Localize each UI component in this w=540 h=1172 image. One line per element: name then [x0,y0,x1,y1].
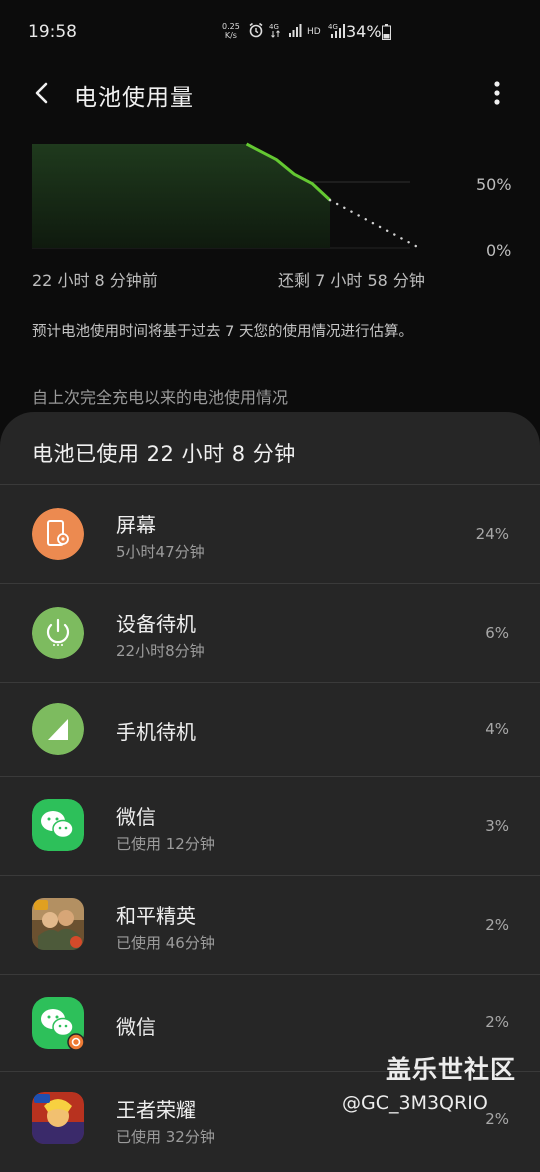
app-usage-time: 22小时8分钟 [116,642,205,660]
y-tick-label: 50% [476,175,512,194]
usage-row-honor-of-kings[interactable]: 王者荣耀 已使用 32分钟 2% [0,1071,540,1172]
usage-row-wechat[interactable]: 微信 已使用 12分钟 3% [0,776,540,875]
app-usage-time: 已使用 46分钟 [116,934,215,952]
usage-summary-title: 电池已使用 22 小时 8 分钟 [32,442,296,466]
chart-end-label: 还剩 7 小时 58 分钟 [278,271,425,290]
status-icons: 4G HD 4G [248,22,348,38]
battery-usage-chart: 50% 0% 22 小时 8 分钟前 还剩 7 小时 58 分钟 [0,130,540,290]
app-name: 和平精英 [116,904,196,928]
svg-text:4G: 4G [328,23,338,31]
power-icon [32,607,84,659]
usage-row-phone-standby[interactable]: 手机待机 4% [0,682,540,776]
app-name: 王者荣耀 [116,1098,196,1122]
signal-icon [289,24,302,37]
wechat-clone-icon [32,997,85,1051]
app-name: 微信 [116,1015,156,1039]
app-name: 手机待机 [116,720,196,744]
screen-icon [32,508,84,560]
alarm-icon [249,22,263,38]
app-usage-percent: 24% [475,525,509,543]
app-name: 屏幕 [116,513,156,537]
section-title: 自上次完全充电以来的电池使用情况 [32,388,289,407]
game-honor-of-kings-icon [32,1092,84,1144]
network-speed-value: 0.25 [222,22,240,31]
app-usage-percent: 6% [485,624,509,642]
app-usage-time: 已使用 12分钟 [116,835,215,853]
y-tick-label: 0% [486,241,512,260]
chart-start-label: 22 小时 8 分钟前 [32,271,158,290]
app-usage-percent: 2% [485,916,509,934]
battery-percent: 34% [346,22,382,41]
page-title: 电池使用量 [74,85,194,111]
app-usage-time: 已使用 32分钟 [116,1128,215,1146]
app-header: 电池使用量 [0,66,540,122]
usage-row-screen[interactable]: 屏幕 5小时47分钟 24% [0,484,540,583]
battery-chart-plot [32,142,421,250]
status-bar: 19:58 0.25 K/s 4G HD 4G 34% [0,0,540,64]
wechat-icon [32,799,84,851]
app-usage-percent: 2% [485,1110,509,1128]
watermark-brand: 盖乐世社区 [386,1055,517,1084]
app-name: 微信 [116,805,156,829]
4g-signal-icon: 4G [328,23,345,38]
estimate-note: 预计电池使用时间将基于过去 7 天您的使用情况进行估算。 [32,324,413,340]
4g-data-icon: 4G [269,23,280,38]
more-options-button[interactable] [482,74,512,114]
usage-row-peace-elite[interactable]: 和平精英 已使用 46分钟 2% [0,875,540,974]
status-time: 19:58 [28,22,77,42]
battery-prediction-line [328,198,421,250]
network-speed-unit: K/s [224,31,237,40]
app-usage-percent: 2% [485,1013,509,1031]
app-usage-percent: 3% [485,817,509,835]
game-peace-elite-icon [32,898,84,950]
svg-text:4G: 4G [269,23,279,31]
app-name: 设备待机 [116,612,196,636]
app-usage-time: 5小时47分钟 [116,543,205,561]
signal-icon [32,703,84,755]
usage-row-device-standby[interactable]: 设备待机 22小时8分钟 6% [0,583,540,682]
battery-history-area [32,144,330,248]
hd-icon: HD [307,27,321,36]
back-button[interactable] [26,76,60,110]
watermark-user: @GC_3M3QRIO [342,1092,488,1114]
svg-text:HD: HD [307,27,321,36]
app-usage-percent: 4% [485,720,509,738]
battery-icon [382,24,391,40]
network-speed: 0.25 K/s [222,22,240,40]
